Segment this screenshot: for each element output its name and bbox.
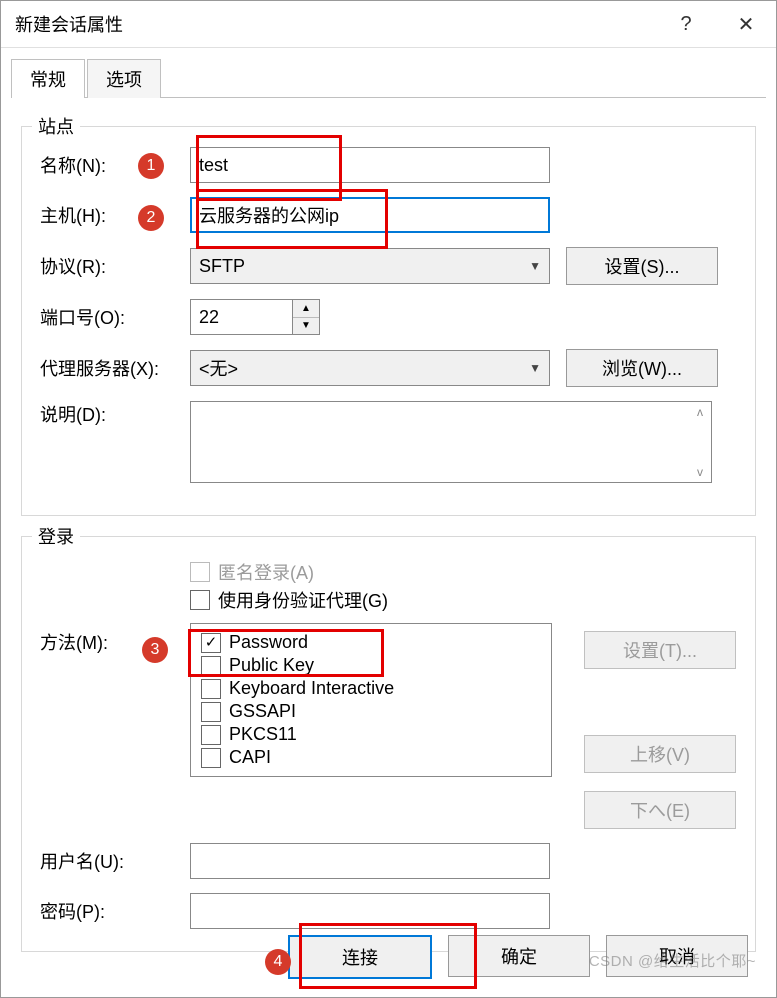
tab-strip: 常规 选项 — [11, 58, 766, 98]
scroll-down-icon[interactable]: v — [697, 465, 703, 479]
name-input[interactable] — [190, 147, 550, 183]
dialog-footer: 连接 确定 取消 — [1, 917, 776, 997]
group-login-legend: 登录 — [32, 523, 80, 549]
proxy-label: 代理服务器(X): — [40, 355, 190, 381]
protocol-label: 协议(R): — [40, 253, 190, 279]
host-label: 主机(H): — [40, 202, 190, 228]
use-agent-label: 使用身份验证代理(G) — [218, 587, 388, 613]
window-title: 新建会话属性 — [1, 11, 123, 37]
desc-label: 说明(D): — [40, 401, 190, 427]
group-site-legend: 站点 — [32, 113, 80, 139]
protocol-settings-button[interactable]: 设置(S)... — [566, 247, 718, 285]
use-agent-checkbox[interactable]: 使用身份验证代理(G) — [190, 587, 737, 613]
checkbox-icon — [190, 562, 210, 582]
method-list[interactable]: ✓ Password Public Key Keyboard Interacti… — [190, 623, 552, 777]
proxy-value: <无> — [199, 355, 238, 381]
connect-button[interactable]: 连接 — [288, 935, 432, 979]
titlebar: 新建会话属性 ? ✕ — [1, 1, 776, 48]
checkbox-icon — [201, 748, 221, 768]
method-settings-button: 设置(T)... — [584, 631, 736, 669]
method-gssapi[interactable]: GSSAPI — [201, 701, 541, 722]
group-site: 站点 名称(N): 主机(H): 协议(R): SFTP ▼ 设置(S)... … — [21, 126, 756, 516]
move-up-button: 上移(V) — [584, 735, 736, 773]
tab-options[interactable]: 选项 — [87, 59, 161, 98]
cancel-button[interactable]: 取消 — [606, 935, 748, 977]
checkbox-icon — [201, 679, 221, 699]
anon-login-checkbox: 匿名登录(A) — [190, 559, 737, 585]
username-input[interactable] — [190, 843, 550, 879]
checkbox-icon — [201, 656, 221, 676]
protocol-select[interactable]: SFTP ▼ — [190, 248, 550, 284]
port-label: 端口号(O): — [40, 304, 190, 330]
checkbox-icon — [190, 590, 210, 610]
close-button[interactable]: ✕ — [716, 1, 776, 47]
scroll-up-icon[interactable]: ʌ — [697, 405, 703, 419]
host-input[interactable] — [190, 197, 550, 233]
method-public-key[interactable]: Public Key — [201, 655, 541, 676]
move-down-button: 下へ(E) — [584, 791, 736, 829]
method-password[interactable]: ✓ Password — [201, 632, 541, 653]
chevron-down-icon: ▼ — [529, 361, 541, 375]
checkbox-icon — [201, 702, 221, 722]
desc-textarea[interactable]: ʌ v — [190, 401, 712, 483]
method-capi[interactable]: CAPI — [201, 747, 541, 768]
spinner-down-icon[interactable]: ▼ — [293, 318, 319, 335]
group-login: 登录 匿名登录(A) 使用身份验证代理(G) 方法(M): ✓ Password — [21, 536, 756, 952]
chevron-down-icon: ▼ — [529, 259, 541, 273]
spinner-up-icon[interactable]: ▲ — [293, 300, 319, 318]
anon-login-label: 匿名登录(A) — [218, 559, 314, 585]
ok-button[interactable]: 确定 — [448, 935, 590, 977]
method-keyboard-interactive[interactable]: Keyboard Interactive — [201, 678, 541, 699]
checkbox-icon: ✓ — [201, 633, 221, 653]
method-label: 方法(M): — [40, 623, 190, 655]
port-spinner[interactable]: 22 ▲ ▼ — [190, 299, 320, 335]
name-label: 名称(N): — [40, 152, 190, 178]
help-button[interactable]: ? — [656, 1, 716, 47]
username-label: 用户名(U): — [40, 848, 190, 874]
method-pkcs11[interactable]: PKCS11 — [201, 724, 541, 745]
port-value[interactable]: 22 — [190, 299, 292, 335]
proxy-browse-button[interactable]: 浏览(W)... — [566, 349, 718, 387]
checkbox-icon — [201, 725, 221, 745]
dialog-window: 新建会话属性 ? ✕ 常规 选项 站点 名称(N): 主机(H): 协议(R):… — [0, 0, 777, 998]
dialog-body: 站点 名称(N): 主机(H): 协议(R): SFTP ▼ 设置(S)... … — [1, 98, 776, 952]
protocol-value: SFTP — [199, 256, 245, 277]
tab-general[interactable]: 常规 — [11, 59, 85, 98]
proxy-select[interactable]: <无> ▼ — [190, 350, 550, 386]
